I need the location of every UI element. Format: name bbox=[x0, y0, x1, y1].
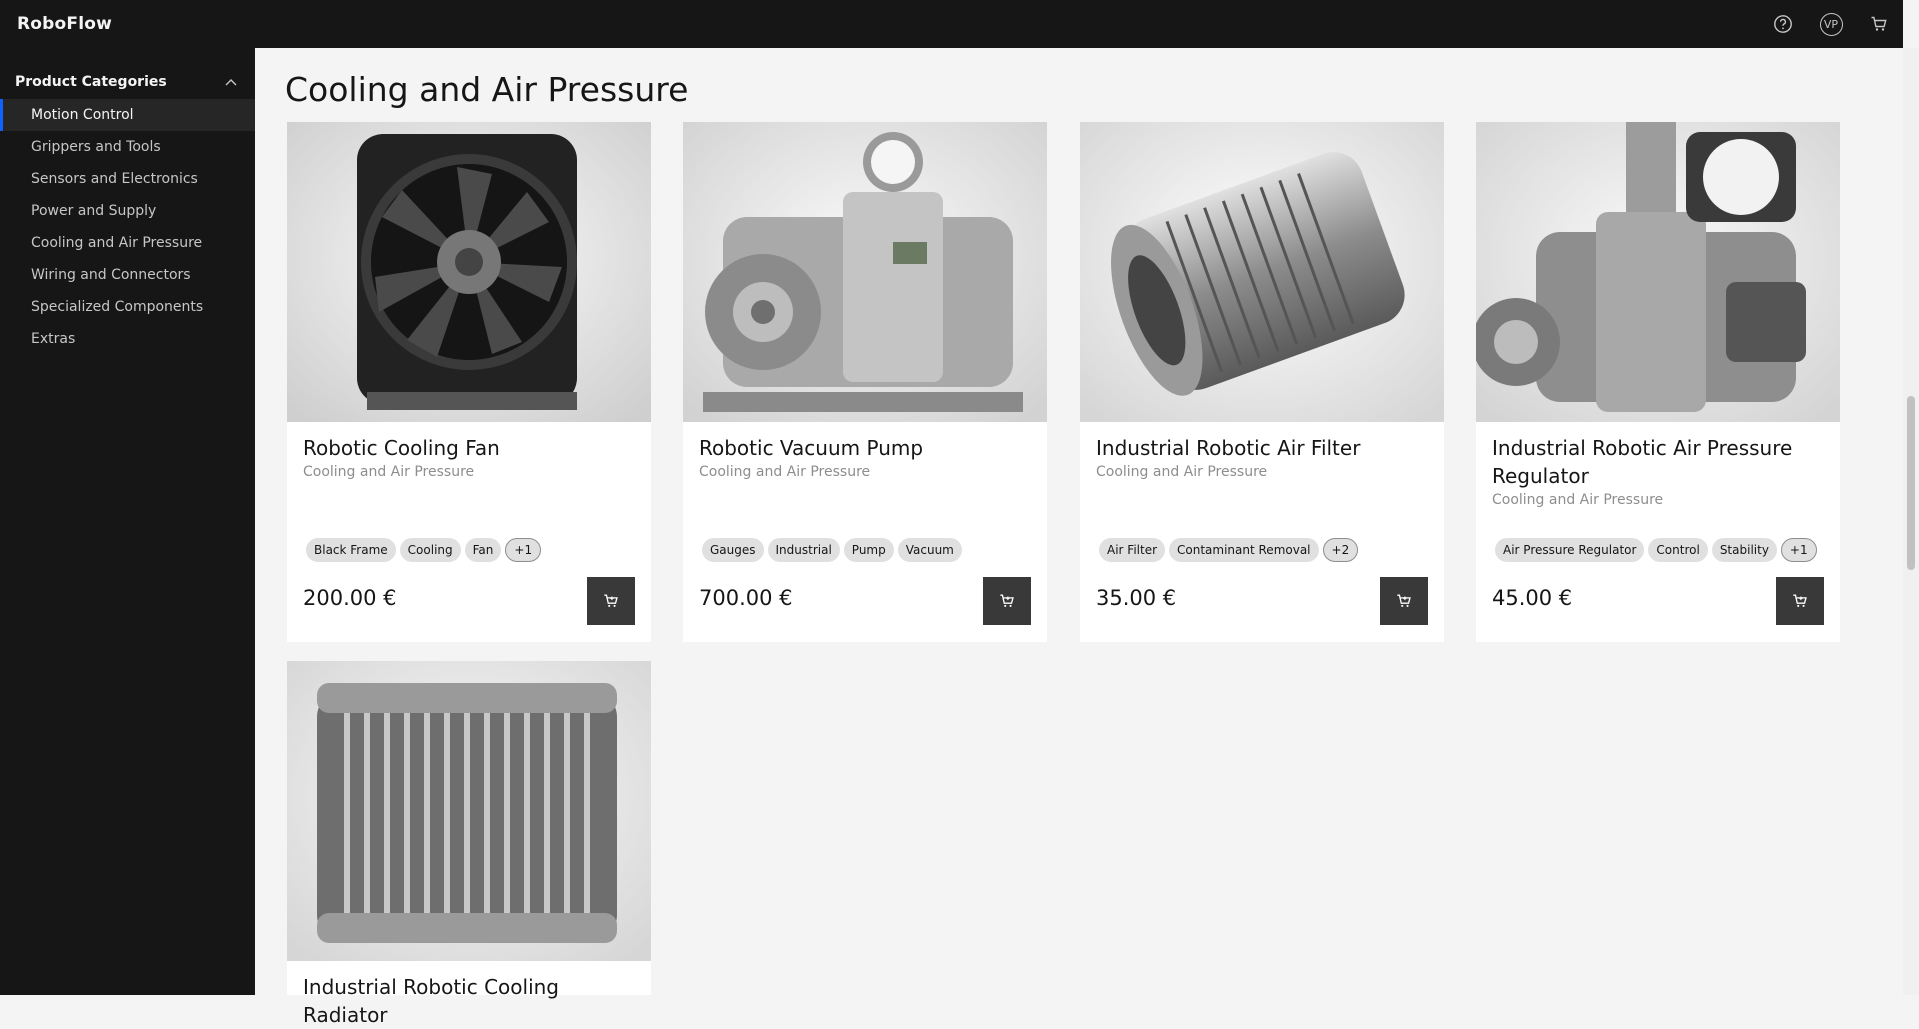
product-name[interactable]: Robotic Cooling Fan bbox=[303, 434, 635, 462]
scrollbar[interactable] bbox=[1903, 48, 1919, 995]
tag: Black Frame bbox=[306, 538, 396, 562]
tag: Industrial bbox=[767, 538, 840, 562]
page-title: Cooling and Air Pressure bbox=[285, 70, 689, 109]
product-card[interactable]: Industrial Robotic Cooling Radiator bbox=[287, 661, 651, 1027]
product-tags: Black Frame Cooling Fan +1 bbox=[306, 538, 542, 562]
tag: Vacuum bbox=[897, 538, 962, 562]
product-image-cooling-fan[interactable] bbox=[287, 122, 651, 422]
add-to-cart-button[interactable] bbox=[587, 577, 635, 625]
product-name[interactable]: Industrial Robotic Cooling Radiator bbox=[303, 973, 635, 1029]
header-actions: VP bbox=[1759, 0, 1903, 48]
product-category: Cooling and Air Pressure bbox=[1492, 492, 1664, 508]
product-card[interactable]: Industrial Robotic Air Pressure Regulato… bbox=[1476, 122, 1840, 642]
add-to-cart-icon bbox=[1397, 594, 1411, 607]
product-price: 700.00 € bbox=[699, 586, 793, 610]
help-button[interactable] bbox=[1759, 0, 1807, 48]
product-categories-toggle[interactable]: Product Categories bbox=[0, 65, 255, 99]
product-card[interactable]: Robotic Cooling Fan Cooling and Air Pres… bbox=[287, 122, 651, 642]
product-card[interactable]: Industrial Robotic Air Filter Cooling an… bbox=[1080, 122, 1444, 642]
sidebar: Product Categories Motion Control Grippe… bbox=[0, 48, 255, 995]
product-tags: Air Pressure Regulator Control Stability… bbox=[1495, 538, 1817, 562]
sidebar-item-cooling-and-air-pressure[interactable]: Cooling and Air Pressure bbox=[0, 227, 255, 259]
product-name[interactable]: Industrial Robotic Air Filter bbox=[1096, 434, 1428, 462]
product-tags: Air Filter Contaminant Removal +2 bbox=[1099, 538, 1359, 562]
product-name[interactable]: Robotic Vacuum Pump bbox=[699, 434, 1031, 462]
help-icon bbox=[1774, 15, 1792, 33]
more-tags-badge[interactable]: +1 bbox=[505, 538, 542, 562]
product-image-air-filter[interactable] bbox=[1080, 122, 1444, 422]
tag: Gauges bbox=[702, 538, 764, 562]
sidebar-item-extras[interactable]: Extras bbox=[0, 323, 255, 355]
product-price: 200.00 € bbox=[303, 586, 397, 610]
cart-icon bbox=[1871, 16, 1887, 31]
product-image-vacuum-pump[interactable] bbox=[683, 122, 1047, 422]
tag: Cooling bbox=[399, 538, 461, 562]
product-price: 35.00 € bbox=[1096, 586, 1177, 610]
sidebar-item-motion-control[interactable]: Motion Control bbox=[0, 99, 255, 131]
tag: Contaminant Removal bbox=[1169, 538, 1319, 562]
add-to-cart-button[interactable] bbox=[1776, 577, 1824, 625]
chevron-up-icon bbox=[225, 75, 237, 89]
add-to-cart-button[interactable] bbox=[983, 577, 1031, 625]
sidebar-item-wiring-and-connectors[interactable]: Wiring and Connectors bbox=[0, 259, 255, 291]
more-tags-badge[interactable]: +1 bbox=[1780, 538, 1817, 562]
tag: Stability bbox=[1711, 538, 1777, 562]
tag: Control bbox=[1648, 538, 1708, 562]
sidebar-item-sensors-and-electronics[interactable]: Sensors and Electronics bbox=[0, 163, 255, 195]
avatar: VP bbox=[1819, 12, 1843, 36]
product-name[interactable]: Industrial Robotic Air Pressure Regulato… bbox=[1492, 434, 1824, 490]
product-category: Cooling and Air Pressure bbox=[303, 464, 475, 480]
more-tags-badge[interactable]: +2 bbox=[1322, 538, 1359, 562]
add-to-cart-button[interactable] bbox=[1380, 577, 1428, 625]
tag: Pump bbox=[843, 538, 894, 562]
add-to-cart-icon bbox=[1000, 594, 1014, 607]
sidebar-item-specialized-components[interactable]: Specialized Components bbox=[0, 291, 255, 323]
sidebar-item-power-and-supply[interactable]: Power and Supply bbox=[0, 195, 255, 227]
top-header: RoboFlow VP bbox=[0, 0, 1903, 48]
user-avatar-button[interactable]: VP bbox=[1807, 0, 1855, 48]
main-content: Cooling and Air Pressure Robotic Cooling bbox=[255, 48, 1903, 1027]
product-categories-heading: Product Categories bbox=[15, 74, 167, 90]
cart-button[interactable] bbox=[1855, 0, 1903, 48]
product-category: Cooling and Air Pressure bbox=[1096, 464, 1268, 480]
product-price: 45.00 € bbox=[1492, 586, 1573, 610]
sidebar-item-grippers-and-tools[interactable]: Grippers and Tools bbox=[0, 131, 255, 163]
app-title[interactable]: RoboFlow bbox=[17, 14, 112, 34]
tag: Fan bbox=[464, 538, 502, 562]
tag: Air Filter bbox=[1099, 538, 1166, 562]
product-card[interactable]: Robotic Vacuum Pump Cooling and Air Pres… bbox=[683, 122, 1047, 642]
add-to-cart-icon bbox=[604, 594, 618, 607]
add-to-cart-icon bbox=[1793, 594, 1807, 607]
scrollbar-thumb[interactable] bbox=[1907, 396, 1915, 570]
product-category: Cooling and Air Pressure bbox=[699, 464, 871, 480]
tag: Air Pressure Regulator bbox=[1495, 538, 1645, 562]
product-image-air-pressure-regulator[interactable] bbox=[1476, 122, 1840, 422]
product-tags: Gauges Industrial Pump Vacuum bbox=[702, 538, 962, 562]
product-image-cooling-radiator[interactable] bbox=[287, 661, 651, 961]
